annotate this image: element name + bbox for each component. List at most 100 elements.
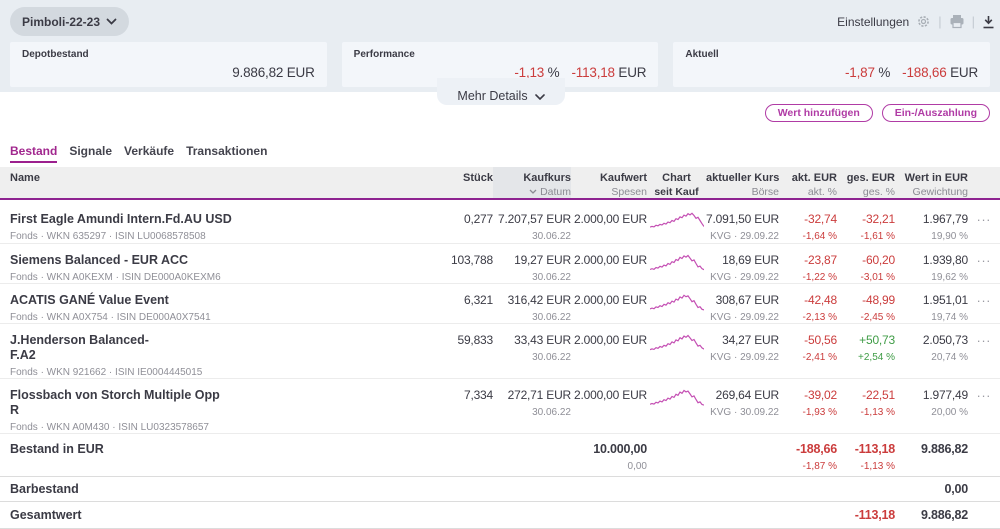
cell-name: ACATIS GANÉ Value Event Fonds · WKN A0X7…: [0, 283, 420, 323]
cell-buy-price: 7.207,57 EUR30.06.22: [493, 199, 571, 243]
sparkline-chart: [650, 386, 704, 409]
cell-ges: [837, 476, 895, 501]
cell-buy-value: 2.000,00 EUR: [571, 243, 647, 283]
cell-ges: -113,18: [837, 501, 895, 528]
cell-ges: -32,21-1,61 %: [837, 199, 895, 243]
table-row[interactable]: Flossbach von Storch Multiple OppR Fonds…: [0, 378, 1000, 433]
cell-chart: [647, 378, 706, 433]
cell-buy-value: 2.000,00 EUR: [571, 283, 647, 323]
cell-current-price: 7.091,50 EURKVG · 29.09.22: [706, 199, 779, 243]
tab-0[interactable]: Bestand: [10, 144, 57, 163]
cell-value: 9.886,82: [895, 433, 968, 476]
col-ges-eur[interactable]: ges. EURges. %: [837, 167, 895, 199]
cell-value: 2.050,7320,74 %: [895, 323, 968, 378]
col-buy-value[interactable]: KaufwertSpesen: [571, 167, 647, 199]
card-label: Performance: [354, 49, 647, 60]
fund-details: Fonds · WKN 921662 · ISIN IE0004445015: [10, 367, 420, 378]
add-value-button[interactable]: Wert hinzufügen: [765, 104, 873, 122]
cell-chart: [647, 323, 706, 378]
tab-1[interactable]: Signale: [69, 144, 112, 163]
cell-buy-value: [571, 476, 647, 501]
cell-name: Bestand in EUR: [0, 433, 420, 476]
cell-name: Siemens Balanced - EUR ACC Fonds · WKN A…: [0, 243, 420, 283]
sparkline-chart: [650, 209, 704, 232]
card-value: 9.886,82 EUR: [232, 65, 314, 80]
tab-3[interactable]: Transaktionen: [186, 144, 267, 163]
chevron-down-icon: [106, 18, 117, 25]
cell-buy-price: 272,71 EUR30.06.22: [493, 378, 571, 433]
col-name[interactable]: Name: [0, 167, 420, 199]
tab-2[interactable]: Verkäufe: [124, 144, 174, 163]
fund-name: First Eagle Amundi Intern.Fd.AU USD: [10, 212, 420, 227]
cell-name: J.Henderson Balanced-F.A2 Fonds · WKN 92…: [0, 323, 420, 378]
col-shares[interactable]: Stück: [420, 167, 493, 199]
fund-name-line2: R: [10, 403, 420, 418]
cell-buy-value: 10.000,000,00: [571, 433, 647, 476]
table-row[interactable]: ACATIS GANÉ Value Event Fonds · WKN A0X7…: [0, 283, 1000, 323]
cell-value: 1.977,4920,00 %: [895, 378, 968, 433]
cell-akt: [779, 476, 837, 501]
gear-icon[interactable]: [916, 14, 931, 29]
sort-chevron-icon: [529, 189, 537, 194]
card-label: Aktuell: [685, 49, 978, 60]
table-row[interactable]: J.Henderson Balanced-F.A2 Fonds · WKN 92…: [0, 323, 1000, 378]
table-row[interactable]: Siemens Balanced - EUR ACC Fonds · WKN A…: [0, 243, 1000, 283]
cell-chart: [647, 199, 706, 243]
divider: |: [972, 14, 975, 29]
cell-buy-value: 2.000,00 EUR: [571, 378, 647, 433]
cell-current-price: 18,69 EURKVG · 29.09.22: [706, 243, 779, 283]
cell-chart: [647, 283, 706, 323]
table-row[interactable]: First Eagle Amundi Intern.Fd.AU USD Fond…: [0, 199, 1000, 243]
cell-buy-price: 33,43 EUR30.06.22: [493, 323, 571, 378]
tab-bar: Bestand Signale Verkäufe Transaktionen: [0, 144, 1000, 163]
cell-akt: -42,48-2,13 %: [779, 283, 837, 323]
cell-ges: -113,18-1,13 %: [837, 433, 895, 476]
depot-selector-button[interactable]: Pimboli-22-23: [10, 7, 129, 36]
col-value[interactable]: Wert in EURGewichtung: [895, 167, 968, 199]
cell-name: Flossbach von Storch Multiple OppR Fonds…: [0, 378, 420, 433]
fund-details: Fonds · WKN 635297 · ISIN LU0068578508: [10, 231, 420, 242]
download-icon[interactable]: [982, 15, 995, 29]
printer-icon[interactable]: [949, 14, 965, 29]
row-menu-button[interactable]: ···: [968, 243, 1000, 283]
cell-chart: [647, 243, 706, 283]
cell-akt: -188,66-1,87 %: [779, 433, 837, 476]
cell-akt: -32,74-1,64 %: [779, 199, 837, 243]
depot-name: Pimboli-22-23: [22, 15, 100, 29]
cell-akt: -50,56-2,41 %: [779, 323, 837, 378]
cell-buy-price: 316,42 EUR30.06.22: [493, 283, 571, 323]
cell-current-price: 269,64 EURKVG · 30.09.22: [706, 378, 779, 433]
col-current-price[interactable]: aktueller KursBörse: [706, 167, 779, 199]
row-menu-button[interactable]: ···: [968, 323, 1000, 378]
col-akt-eur[interactable]: akt. EURakt. %: [779, 167, 837, 199]
sparkline-chart: [650, 251, 704, 274]
cell-buy-value: 2.000,00 EUR: [571, 199, 647, 243]
cell-current-price: 308,67 EURKVG · 29.09.22: [706, 283, 779, 323]
fund-details: Fonds · WKN A0KEXM · ISIN DE000A0KEXM6: [10, 272, 420, 283]
row-menu-button[interactable]: ···: [968, 378, 1000, 433]
fund-name: Siemens Balanced - EUR ACC: [10, 253, 420, 268]
fund-name-line2: F.A2: [10, 348, 420, 363]
col-buy-price[interactable]: Kaufkurs Datum: [493, 167, 571, 199]
table-header-row: Name Stück Kaufkurs Datum KaufwertSpesen…: [0, 167, 1000, 199]
cell-buy-value: 2.000,00 EUR: [571, 323, 647, 378]
row-menu-button[interactable]: ···: [968, 199, 1000, 243]
sparkline-chart: [650, 291, 704, 314]
cell-value: 1.967,7919,90 %: [895, 199, 968, 243]
cell-name: Barbestand: [0, 476, 420, 501]
cell-value: 0,00: [895, 476, 968, 501]
cell-akt: [779, 501, 837, 528]
cell-akt: -23,87-1,22 %: [779, 243, 837, 283]
deposit-withdrawal-button[interactable]: Ein-/Auszahlung: [882, 104, 990, 122]
cell-akt: -39,02-1,93 %: [779, 378, 837, 433]
summary-row: Barbestand 0,00: [0, 476, 1000, 501]
col-chart[interactable]: Chartseit Kauf: [647, 167, 706, 199]
cell-value: 1.951,0119,74 %: [895, 283, 968, 323]
summary-row: Bestand in EUR 10.000,000,00 -188,66-1,8…: [0, 433, 1000, 476]
cell-shares: 0,277: [420, 199, 493, 243]
settings-label[interactable]: Einstellungen: [837, 15, 909, 29]
cell-shares: 103,788: [420, 243, 493, 283]
row-menu-button[interactable]: ···: [968, 283, 1000, 323]
cell-ges: -48,99-2,45 %: [837, 283, 895, 323]
cell-shares: 59,833: [420, 323, 493, 378]
